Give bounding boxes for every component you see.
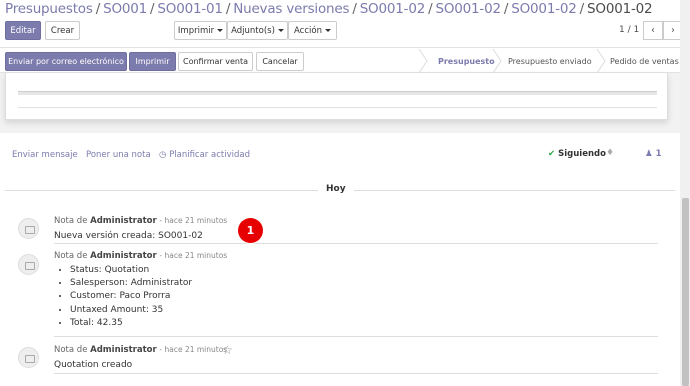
breadcrumb-separator: / bbox=[150, 1, 155, 17]
breadcrumb-separator: / bbox=[95, 1, 101, 17]
date-separator-label: Hoy bbox=[318, 184, 354, 194]
caret-down-icon bbox=[277, 29, 284, 32]
scrollbar-thumb[interactable] bbox=[682, 198, 689, 386]
tracking-item: Customer: Paco Prorra bbox=[70, 290, 192, 303]
message-author[interactable]: Administrator bbox=[90, 251, 157, 261]
clock-icon: ◷ bbox=[159, 150, 167, 160]
form-sheet bbox=[5, 73, 668, 120]
edit-button[interactable]: Editar bbox=[5, 21, 41, 40]
cancel-button[interactable]: Cancelar bbox=[256, 52, 304, 71]
status-separator-icon bbox=[418, 49, 428, 73]
breadcrumb-item[interactable]: Nuevas versiones bbox=[233, 1, 349, 17]
breadcrumb-separator: / bbox=[503, 1, 509, 17]
breadcrumb-item[interactable]: SO001-02 bbox=[360, 1, 426, 17]
breadcrumb-item[interactable]: SO001-02 bbox=[511, 1, 577, 17]
message-item: Nota de Administrator - hace 21 minutos … bbox=[18, 251, 658, 337]
chevron-right-icon: › bbox=[671, 25, 675, 36]
breadcrumb: Presupuestos / SO001/SO001-01/Nuevas versi… bbox=[5, 1, 653, 17]
breadcrumb-separator: / bbox=[428, 1, 433, 17]
message-time: - hace 21 minutos bbox=[159, 216, 228, 225]
message-separator bbox=[54, 336, 658, 337]
action-dropdown[interactable]: Acción bbox=[288, 21, 337, 40]
print-button[interactable]: Imprimir bbox=[129, 52, 176, 71]
breadcrumb-separator: / bbox=[579, 1, 585, 17]
status-quotation-sent[interactable]: Presupuesto enviado bbox=[508, 49, 592, 73]
tracking-item: Total: 42.35 bbox=[70, 317, 192, 330]
message-prefix: Nota de bbox=[54, 345, 88, 355]
message-header: Nota de Administrator - hace 21 minutos bbox=[54, 345, 227, 355]
pager-previous-button[interactable]: ‹ bbox=[643, 21, 663, 40]
order-lines-separator bbox=[18, 91, 657, 95]
breadcrumb-item[interactable]: SO001 bbox=[103, 1, 147, 17]
pager-value: 1 / 1 bbox=[619, 25, 640, 35]
breadcrumb-item[interactable]: SO001-02 bbox=[435, 1, 501, 17]
chevron-left-icon: ‹ bbox=[651, 25, 655, 36]
order-lines-border bbox=[18, 107, 657, 108]
message-time: - hace 21 minutos bbox=[159, 345, 228, 354]
print-dropdown-label: Imprimir bbox=[177, 25, 215, 36]
caret-down-icon bbox=[217, 29, 224, 32]
check-icon: ✔ bbox=[548, 149, 556, 159]
message-prefix: Nota de bbox=[54, 216, 88, 226]
star-icon[interactable]: ☆ bbox=[222, 343, 233, 357]
user-icon: ♟ bbox=[645, 149, 653, 159]
annotation-badge: 1 bbox=[238, 218, 263, 243]
log-note-link[interactable]: Poner una nota bbox=[86, 150, 151, 160]
print-dropdown[interactable]: Imprimir bbox=[174, 21, 227, 40]
attachments-dropdown[interactable]: Adjunto(s) bbox=[227, 21, 288, 40]
avatar[interactable] bbox=[18, 218, 39, 239]
following-label: Siguiendo bbox=[558, 149, 606, 159]
tracking-item: Salesperson: Administrator bbox=[70, 277, 192, 290]
send-message-link[interactable]: Enviar mensaje bbox=[12, 150, 78, 160]
avatar[interactable] bbox=[18, 254, 39, 275]
tracking-item: Untaxed Amount: 35 bbox=[70, 304, 192, 317]
breadcrumb-separator: / bbox=[352, 1, 357, 17]
message-author[interactable]: Administrator bbox=[90, 216, 157, 226]
form-statusbar: Enviar por correo electrónico Imprimir C… bbox=[0, 49, 690, 73]
message-header: Nota de Administrator - hace 21 minutos bbox=[54, 251, 227, 261]
breadcrumb-item[interactable]: SO001-01 bbox=[157, 1, 223, 17]
following-toggle[interactable]: ✔ Siguiendo bbox=[548, 149, 606, 159]
confirm-sale-button[interactable]: Confirmar venta bbox=[178, 52, 253, 71]
message-header: Nota de Administrator - hace 21 minutos bbox=[54, 216, 227, 226]
message-body: Nueva versión creada: SO001-02 bbox=[54, 231, 203, 241]
message-separator bbox=[54, 243, 658, 244]
breadcrumb-separator: / bbox=[225, 1, 231, 17]
followers-button[interactable]: ♟ 1 bbox=[645, 149, 662, 159]
action-dropdown-label: Acción bbox=[294, 25, 322, 36]
control-panel: Presupuestos / SO001/SO001-01/Nuevas versi… bbox=[0, 0, 690, 48]
schedule-activity-link[interactable]: ◷ Planificar actividad bbox=[159, 150, 250, 160]
message-item: Nota de Administrator - hace 21 minutos … bbox=[18, 345, 658, 375]
tracking-values: Status: Quotation Salesperson: Administr… bbox=[54, 264, 192, 330]
avatar[interactable] bbox=[18, 347, 39, 368]
schedule-activity-label: Planificar actividad bbox=[169, 150, 250, 160]
status-quotation[interactable]: Presupuesto bbox=[438, 49, 495, 73]
followers-count: 1 bbox=[655, 149, 662, 159]
attachments-dropdown-label: Adjunto(s) bbox=[231, 25, 275, 36]
message-separator bbox=[54, 373, 658, 374]
message-item: Nota de Administrator - hace 21 minutos … bbox=[18, 216, 658, 244]
status-separator-icon bbox=[492, 49, 502, 73]
message-body: Quotation creado bbox=[54, 360, 133, 370]
bell-icon[interactable]: ♦ bbox=[606, 148, 614, 158]
breadcrumb-item[interactable]: Presupuestos bbox=[5, 1, 93, 17]
message-prefix: Nota de bbox=[54, 251, 88, 261]
status-sales-order[interactable]: Pedido de ventas bbox=[610, 49, 679, 73]
message-author[interactable]: Administrator bbox=[90, 345, 157, 355]
message-time: - hace 21 minutos bbox=[159, 251, 228, 260]
tracking-item: Status: Quotation bbox=[70, 264, 192, 277]
tracking-list: Status: Quotation Salesperson: Administr… bbox=[54, 264, 192, 330]
send-email-button[interactable]: Enviar por correo electrónico bbox=[5, 52, 127, 71]
breadcrumb-current: SO001-02 bbox=[587, 1, 653, 17]
status-separator-icon bbox=[596, 49, 606, 73]
caret-down-icon bbox=[324, 29, 331, 32]
create-button[interactable]: Crear bbox=[45, 21, 80, 40]
